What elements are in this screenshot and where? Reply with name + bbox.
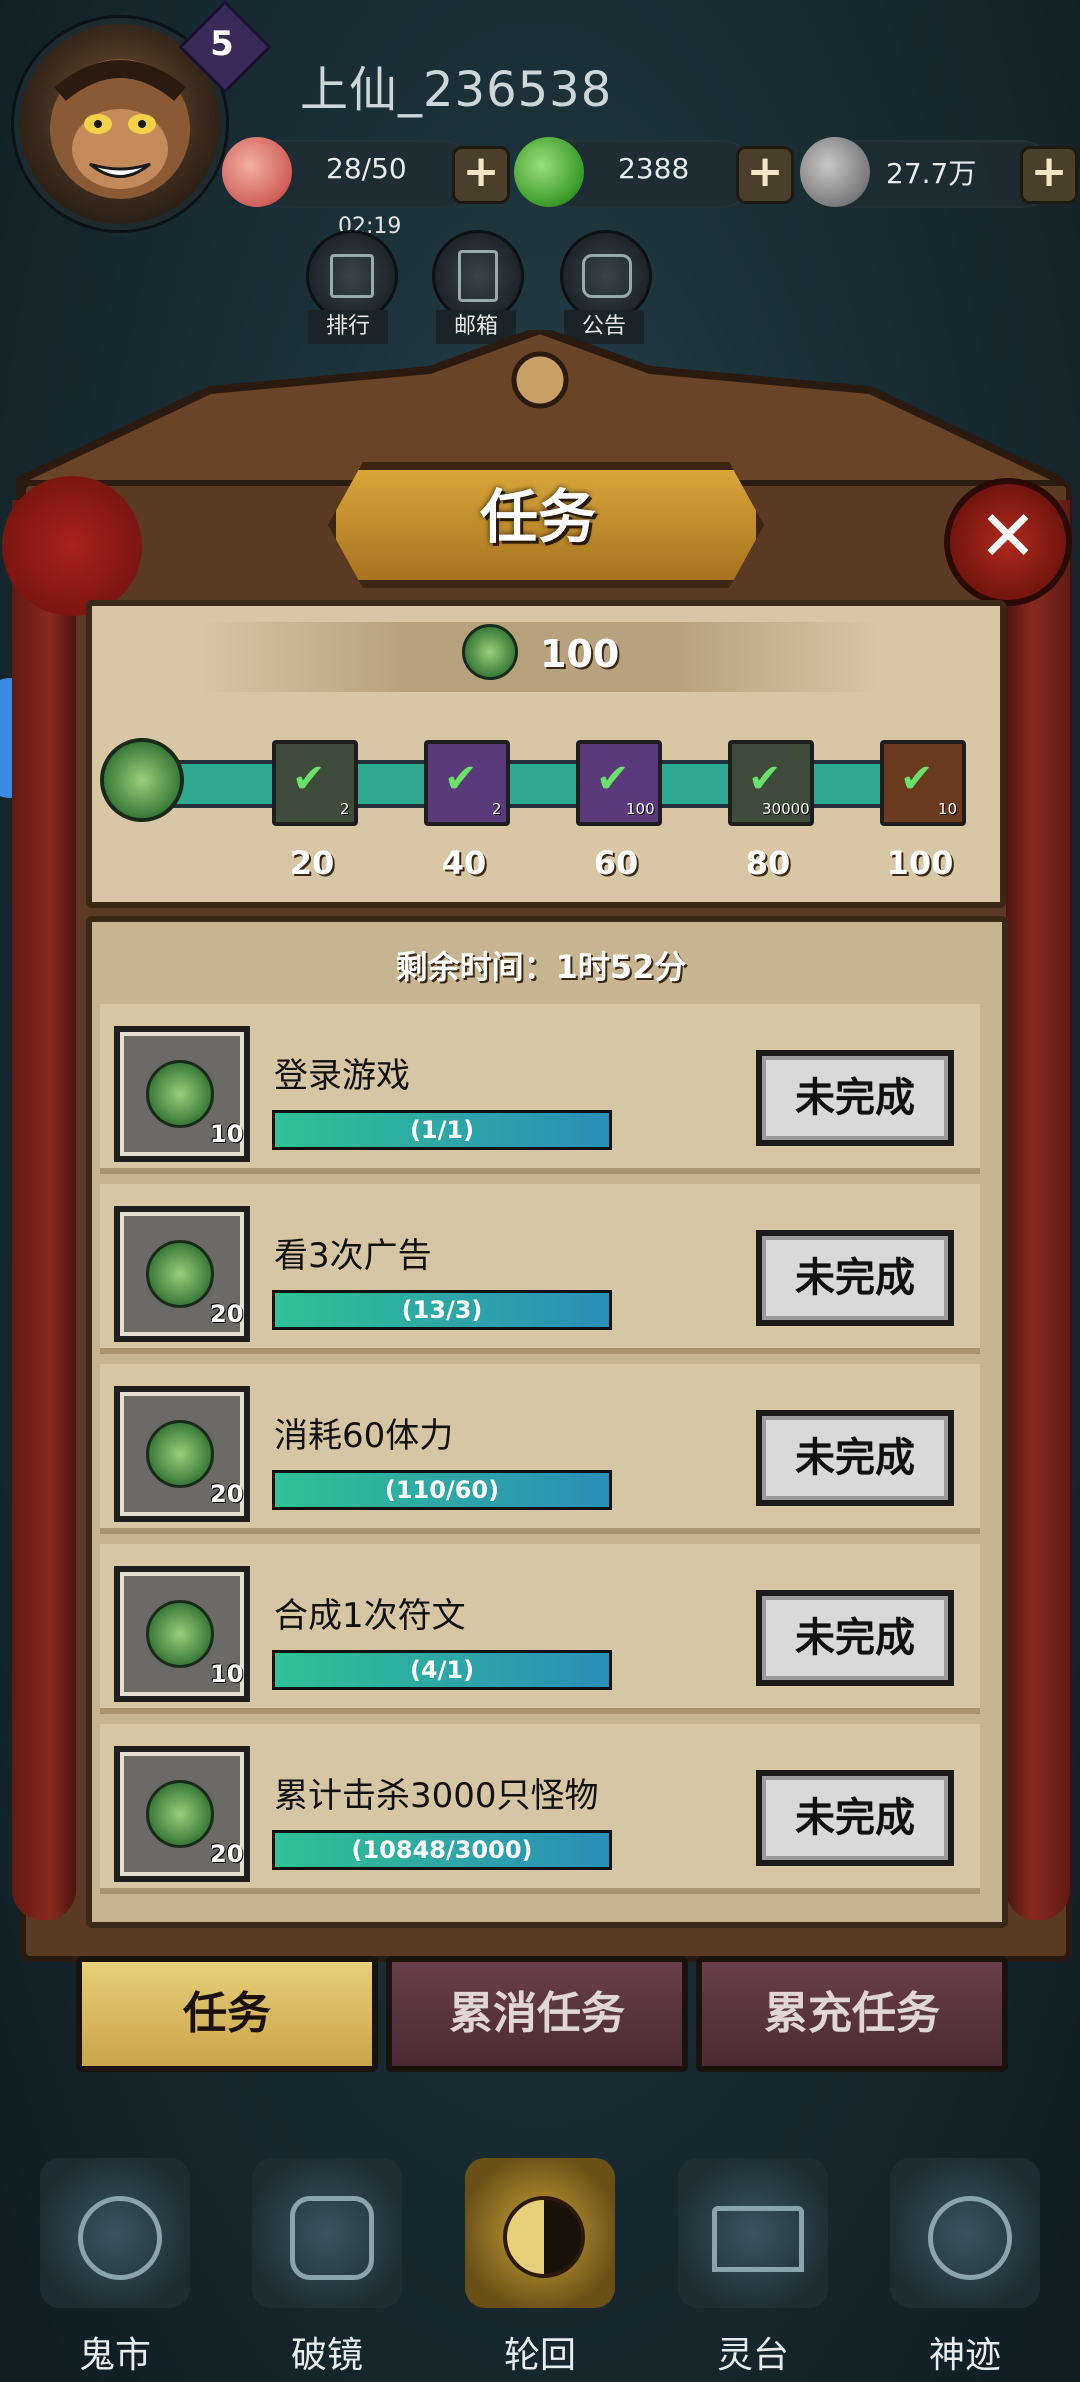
jade-medal-icon — [146, 1780, 214, 1848]
milestone-label: 60 — [593, 844, 639, 882]
task-name: 合成1次符文 — [274, 1596, 466, 1636]
task-status-button[interactable]: 未完成 — [756, 1590, 954, 1686]
red-seal-icon — [2, 476, 142, 616]
coin-icon — [800, 137, 870, 207]
check-icon: ✔ — [900, 756, 934, 802]
add-coin-button[interactable]: + — [1020, 146, 1078, 204]
tab-spend-tasks[interactable]: 累消任务 — [386, 1956, 688, 2072]
reward-count: 20 — [210, 1300, 244, 1328]
task-progress-text: (110/60) — [384, 1476, 500, 1504]
milestone-count: 30000 — [762, 800, 810, 818]
task-name: 消耗60体力 — [274, 1416, 454, 1456]
ghost-market-icon — [78, 2196, 162, 2280]
check-icon: ✔ — [596, 756, 630, 802]
yin-yang-icon — [503, 2196, 585, 2278]
milestone-count: 100 — [626, 800, 655, 818]
jade-medal-icon — [146, 1240, 214, 1308]
nav-label: 灵台 — [716, 2335, 789, 2376]
jade-medal-icon — [146, 1600, 214, 1668]
jade-value: 2388 — [618, 152, 690, 185]
nav-label: 轮回 — [503, 2335, 576, 2376]
task-progress-text: (1/1) — [409, 1116, 475, 1144]
reward-count: 20 — [210, 1840, 244, 1868]
notice-icon — [582, 254, 632, 298]
activity-score: 100 — [540, 632, 620, 676]
username: 上仙_236538 — [300, 62, 613, 118]
milestone-count: 2 — [492, 800, 502, 818]
curtain-left — [12, 500, 76, 1920]
reward-count: 10 — [210, 1660, 244, 1688]
task-name: 看3次广告 — [274, 1236, 432, 1276]
mirror-icon — [290, 2196, 374, 2280]
task-progress-text: (4/1) — [409, 1656, 475, 1684]
jade-medal-icon — [146, 1420, 214, 1488]
milestone-label: 80 — [745, 844, 791, 882]
tab-recharge-tasks[interactable]: 累充任务 — [696, 1956, 1008, 2072]
reward-count: 10 — [210, 1120, 244, 1148]
check-icon: ✔ — [444, 756, 478, 802]
add-stamina-button[interactable]: + — [452, 146, 510, 204]
jade-medal-icon — [100, 738, 184, 822]
close-button[interactable]: ✕ — [944, 478, 1072, 606]
panel-title: 任务 — [479, 483, 596, 551]
stamina-value: 28/50 — [326, 152, 407, 185]
milestone-label: 40 — [441, 844, 487, 882]
task-name: 累计击杀3000只怪物 — [274, 1776, 599, 1816]
task-progress-text: (10848/3000) — [351, 1836, 533, 1864]
add-jade-button[interactable]: + — [736, 146, 794, 204]
check-icon: ✔ — [292, 756, 326, 802]
coin-value: 27.7万 — [886, 157, 977, 190]
milestone-label: 100 — [886, 844, 954, 882]
task-progress-text: (13/3) — [401, 1296, 483, 1324]
remaining-time: 剩余时间：1时52分 — [395, 948, 687, 986]
jade-medal-icon — [146, 1060, 214, 1128]
mail-icon — [458, 250, 498, 302]
curtain-right — [1006, 500, 1070, 1920]
task-status-button[interactable]: 未完成 — [756, 1410, 954, 1506]
nav-label: 神迹 — [928, 2335, 1001, 2376]
jade-dragon-icon — [514, 137, 584, 207]
task-name: 登录游戏 — [274, 1056, 410, 1096]
task-status-button[interactable]: 未完成 — [756, 1770, 954, 1866]
jade-medal-icon — [462, 624, 518, 680]
ranking-icon — [330, 254, 374, 298]
tab-daily-tasks[interactable]: 任务 — [76, 1956, 378, 2072]
check-icon: ✔ — [748, 756, 782, 802]
level-value: 5 — [210, 24, 234, 64]
nav-label: 破镜 — [290, 2335, 363, 2376]
milestone-count: 10 — [938, 800, 958, 818]
peach-icon — [222, 137, 292, 207]
task-status-button[interactable]: 未完成 — [756, 1230, 954, 1326]
close-icon: ✕ — [978, 495, 1038, 577]
reward-count: 20 — [210, 1480, 244, 1508]
altar-icon — [712, 2206, 804, 2272]
milestone-count: 2 — [340, 800, 350, 818]
miracle-icon — [928, 2196, 1012, 2280]
milestone-label: 20 — [289, 844, 335, 882]
nav-label: 鬼市 — [78, 2335, 151, 2376]
task-status-button[interactable]: 未完成 — [756, 1050, 954, 1146]
